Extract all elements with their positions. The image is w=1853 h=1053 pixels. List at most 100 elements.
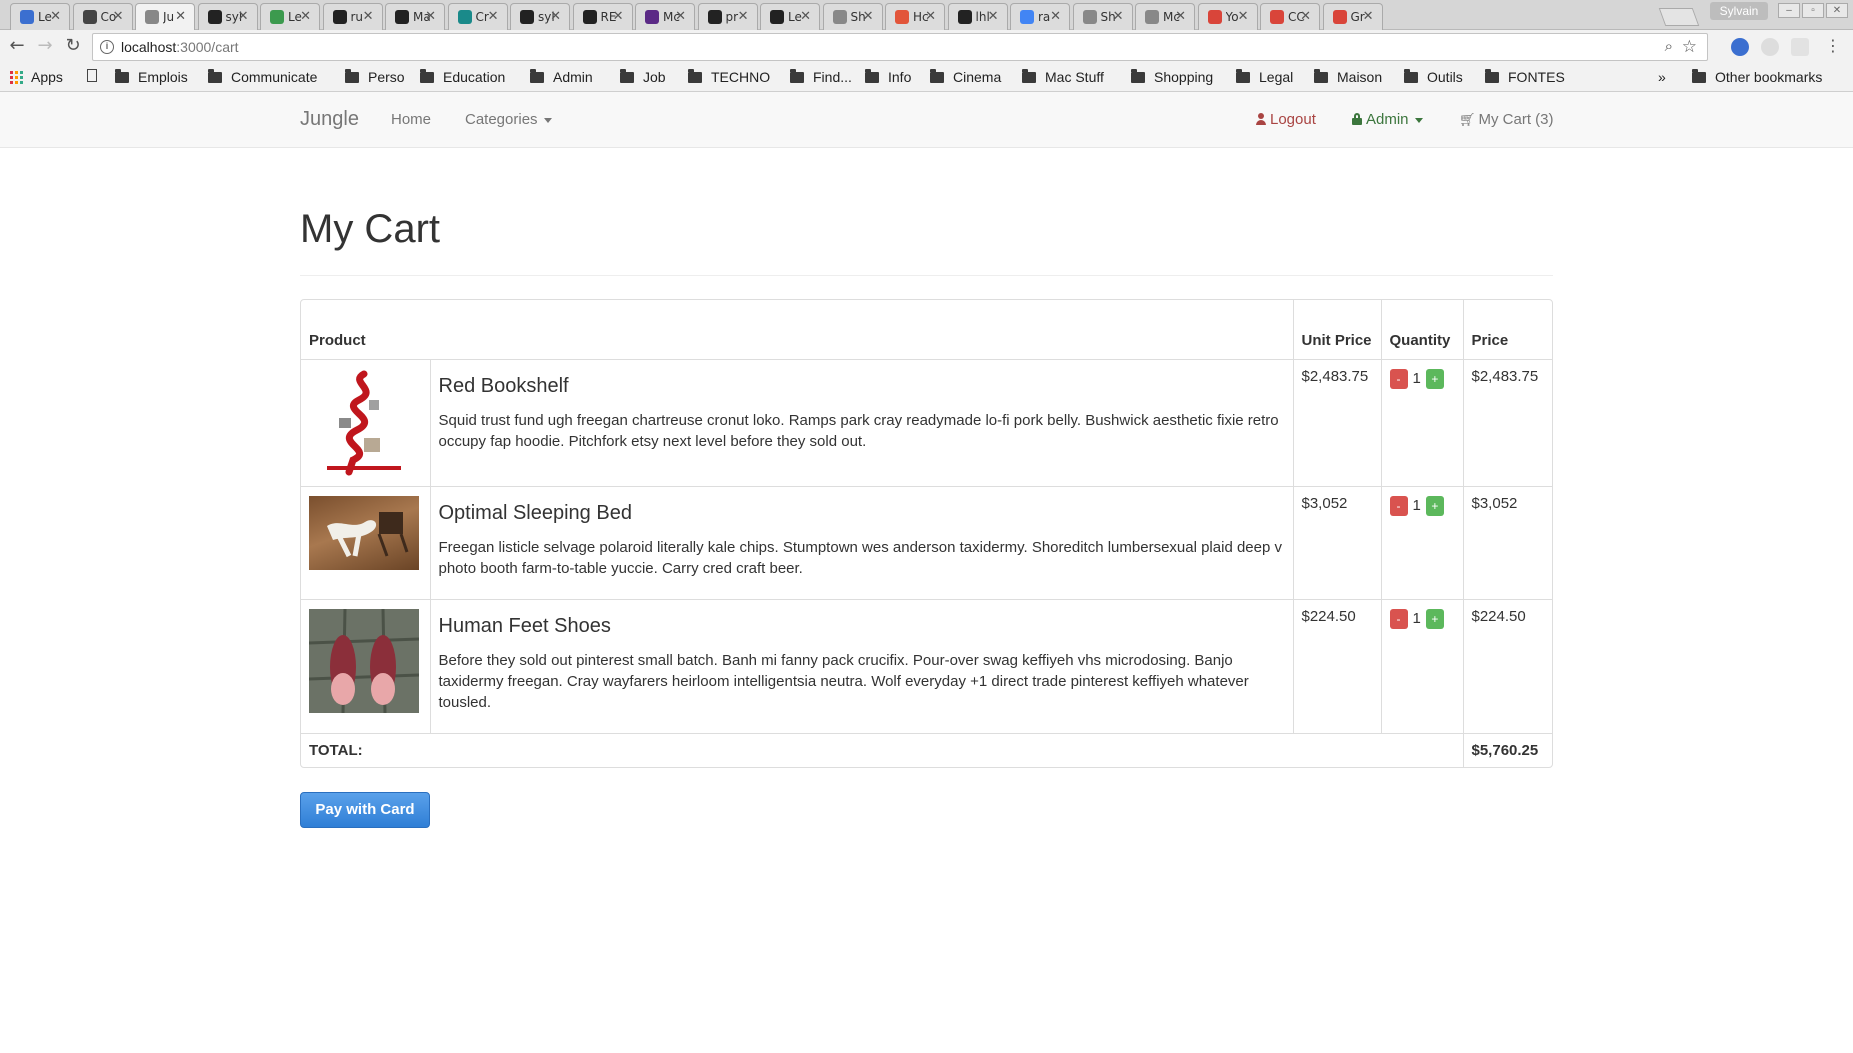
browser-tab[interactable]: Cr ✕ [447, 3, 508, 30]
close-tab-icon[interactable]: ✕ [488, 9, 499, 24]
browser-tab[interactable]: lhl ✕ [947, 3, 1008, 30]
menu-icon[interactable]: ⋮ [1822, 35, 1844, 57]
decrease-quantity-button[interactable]: - [1389, 495, 1408, 516]
maximize-button[interactable]: ▫ [1802, 3, 1824, 18]
product-name[interactable]: Red Bookshelf [439, 375, 1285, 398]
browser-tab[interactable]: Sh ✕ [1072, 3, 1133, 30]
close-tab-icon[interactable]: ✕ [1363, 9, 1374, 24]
nav-categories-dropdown[interactable]: Categories [465, 111, 552, 128]
nav-logout[interactable]: Logout [1256, 111, 1316, 128]
nav-admin-dropdown[interactable]: Admin [1352, 111, 1423, 128]
bookmark-folder[interactable]: Info [865, 68, 911, 85]
browser-tab[interactable]: Le ✕ [10, 3, 70, 30]
increase-quantity-button[interactable]: + [1425, 495, 1444, 516]
close-tab-icon[interactable]: ✕ [175, 9, 186, 24]
bookmark-folder[interactable]: Legal [1236, 68, 1293, 85]
reload-icon[interactable]: ↻ [62, 35, 84, 57]
forward-arrow-icon[interactable]: → [34, 35, 56, 57]
product-name[interactable]: Optimal Sleeping Bed [439, 502, 1285, 525]
bookmark-folder[interactable]: Mac Stuff [1022, 68, 1104, 85]
browser-tab[interactable]: Ju ✕ [135, 3, 195, 30]
bookmark-folder[interactable]: Maison [1314, 68, 1382, 85]
bookmark-folder[interactable]: Perso [345, 68, 405, 85]
product-image-cell [301, 598, 431, 734]
browser-tab[interactable]: Yo ✕ [1197, 3, 1258, 30]
close-tab-icon[interactable]: ✕ [675, 9, 686, 24]
close-tab-icon[interactable]: ✕ [1238, 9, 1249, 24]
close-tab-icon[interactable]: ✕ [1113, 9, 1124, 24]
close-tab-icon[interactable]: ✕ [1175, 9, 1186, 24]
browser-tab[interactable]: Mc ✕ [1135, 3, 1195, 30]
close-tab-icon[interactable]: ✕ [863, 9, 874, 24]
nav-my-cart[interactable]: 🛒︎ My Cart (3) [1459, 111, 1554, 128]
bookmark-folder[interactable]: Admin [530, 68, 593, 85]
folder-icon [1131, 68, 1145, 83]
bookmark-folder[interactable]: Emplois [115, 68, 188, 85]
address-bar[interactable]: i localhost:3000/cart ⌕ ☆ [92, 33, 1708, 61]
browser-tab[interactable]: CC ✕ [1260, 3, 1320, 30]
browser-tab[interactable]: Le ✕ [760, 3, 820, 30]
browser-tab[interactable]: syl ✕ [510, 3, 570, 30]
bookmarks-overflow[interactable]: » [1658, 69, 1666, 85]
close-tab-icon[interactable]: ✕ [363, 9, 374, 24]
close-tab-icon[interactable]: ✕ [1300, 9, 1311, 24]
decrease-quantity-button[interactable]: - [1389, 608, 1408, 629]
extension-icon[interactable] [1791, 38, 1809, 56]
increase-quantity-button[interactable]: + [1425, 608, 1444, 629]
bookmark-folder[interactable]: FONTES [1485, 68, 1565, 85]
info-icon[interactable]: i [100, 40, 114, 54]
bookmark-folder[interactable]: Outils [1404, 68, 1463, 85]
bookmark-folder[interactable]: Job [620, 68, 666, 85]
browser-tab[interactable]: Le ✕ [260, 3, 320, 30]
caret-down-icon [543, 117, 552, 123]
browser-tab[interactable]: ru ✕ [322, 3, 383, 30]
browser-tab[interactable]: pr ✕ [697, 3, 758, 30]
close-tab-icon[interactable]: ✕ [925, 9, 936, 24]
decrease-quantity-button[interactable]: - [1389, 368, 1408, 389]
new-tab-button[interactable] [1658, 8, 1700, 26]
close-tab-icon[interactable]: ✕ [550, 9, 561, 24]
bookmark-apps[interactable]: Apps [10, 69, 63, 85]
bookmark-folder[interactable]: Cinema [930, 68, 1001, 85]
other-bookmarks[interactable]: Other bookmarks [1692, 68, 1822, 85]
close-tab-icon[interactable]: ✕ [738, 9, 749, 24]
title-divider [300, 275, 1553, 276]
browser-tab[interactable]: Ma ✕ [385, 3, 445, 30]
extension-icon[interactable] [1761, 38, 1779, 56]
close-tab-icon[interactable]: ✕ [425, 9, 436, 24]
minimize-button[interactable]: – [1778, 3, 1800, 18]
close-tab-icon[interactable]: ✕ [613, 9, 624, 24]
close-tab-icon[interactable]: ✕ [50, 9, 61, 24]
bookmark-folder[interactable]: Communicate [208, 68, 317, 85]
bookmark-folder[interactable]: Education [420, 68, 505, 85]
bookmark-folder[interactable]: Find... [790, 68, 852, 85]
back-arrow-icon[interactable]: ← [6, 35, 28, 57]
product-name[interactable]: Human Feet Shoes [439, 615, 1285, 638]
bookmark-page[interactable] [87, 69, 101, 82]
close-window-button[interactable]: ✕ [1826, 3, 1848, 18]
profile-button[interactable]: Sylvain [1710, 2, 1768, 20]
browser-tab[interactable]: Mc ✕ [635, 3, 695, 30]
close-tab-icon[interactable]: ✕ [1050, 9, 1061, 24]
browser-tab[interactable]: syl ✕ [197, 3, 258, 30]
close-tab-icon[interactable]: ✕ [113, 9, 124, 24]
browser-tab[interactable]: ra ✕ [1010, 3, 1070, 30]
zoom-icon[interactable]: ⌕ [1665, 38, 1673, 55]
nav-home[interactable]: Home [391, 111, 431, 128]
browser-tab[interactable]: Gr ✕ [1322, 3, 1383, 30]
close-tab-icon[interactable]: ✕ [300, 9, 311, 24]
browser-tab[interactable]: Sh ✕ [822, 3, 883, 30]
close-tab-icon[interactable]: ✕ [988, 9, 999, 24]
browser-tab[interactable]: Hc ✕ [885, 3, 945, 30]
bookmark-folder[interactable]: TECHNO [688, 68, 770, 85]
bookmark-star-icon[interactable]: ☆ [1682, 37, 1697, 57]
brand-link[interactable]: Jungle [300, 108, 359, 131]
browser-tab[interactable]: RE ✕ [572, 3, 633, 30]
extension-icon[interactable] [1731, 38, 1749, 56]
increase-quantity-button[interactable]: + [1425, 368, 1444, 389]
bookmark-folder[interactable]: Shopping [1131, 68, 1213, 85]
close-tab-icon[interactable]: ✕ [238, 9, 249, 24]
browser-tab[interactable]: Co ✕ [72, 3, 133, 30]
close-tab-icon[interactable]: ✕ [800, 9, 811, 24]
pay-with-card-button[interactable]: Pay with Card [300, 792, 430, 828]
